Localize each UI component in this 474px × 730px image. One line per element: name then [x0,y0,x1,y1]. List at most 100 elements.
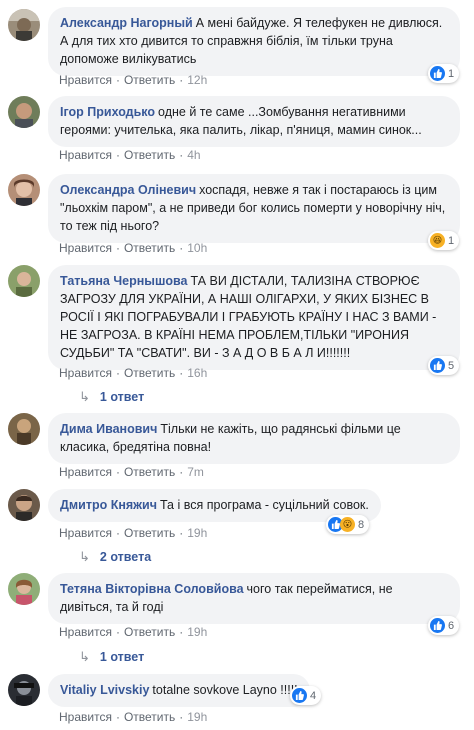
separator: · [115,241,120,255]
separator: · [179,710,184,724]
comment-actions: Нравится · Ответить · 19h [59,625,207,639]
reply-button[interactable]: Ответить [124,148,175,162]
reaction-summary[interactable]: 4 [290,686,322,705]
comment-time[interactable]: 10h [187,241,207,255]
comment-time[interactable]: 19h [187,710,207,724]
reply-button[interactable]: Ответить [124,526,175,540]
reply-arrow-icon: ↳ [79,649,90,664]
comment-time[interactable]: 12h [187,73,207,87]
separator: · [115,73,120,87]
separator: · [115,526,120,540]
comment-time[interactable]: 19h [187,625,207,639]
like-icon [292,688,307,703]
reaction-summary[interactable]: 😮 8 [326,515,370,534]
haha-icon: 😆 [430,233,445,248]
comment-actions: Нравится · Ответить · 16h [59,366,207,380]
comment-actions: Нравится · Ответить · 19h [59,710,207,724]
comment-actions: Нравится · Ответить · 12h [59,73,207,87]
like-button[interactable]: Нравится [59,526,112,540]
separator: · [179,526,184,540]
avatar[interactable] [8,674,40,706]
reply-button[interactable]: Ответить [124,625,175,639]
reply-button[interactable]: Ответить [124,710,175,724]
comment-time[interactable]: 19h [187,526,207,540]
reply-button[interactable]: Ответить [124,73,175,87]
like-button[interactable]: Нравится [59,465,112,479]
reaction-summary[interactable]: 1 [428,64,460,83]
like-button[interactable]: Нравится [59,241,112,255]
separator: · [179,73,184,87]
reaction-count: 4 [310,689,317,702]
like-button[interactable]: Нравится [59,710,112,724]
comment-actions: Нравится · Ответить · 19h [59,526,207,540]
comment-text: totalne sovkove Layno !!!!! [152,683,298,697]
comment-author[interactable]: Vitaliy Lvivskiy [60,683,149,697]
separator: · [179,366,184,380]
separator: · [115,710,120,724]
like-button[interactable]: Нравится [59,366,112,380]
comment-author[interactable]: Тетяна Вікторівна Соловйова [60,582,244,596]
reaction-count: 6 [448,619,455,632]
reaction-summary[interactable]: 5 [428,356,460,375]
reaction-count: 1 [448,67,455,80]
comment-time[interactable]: 7m [187,465,204,479]
comment-author[interactable]: Олександра Оліневич [60,183,196,197]
reply-arrow-icon: ↳ [79,549,90,564]
separator: · [115,148,120,162]
replies-count: 1 ответ [99,650,145,664]
separator: · [179,465,184,479]
reaction-summary[interactable]: 😆 1 [428,231,460,250]
comment-bubble: Тетяна Вікторівна Соловйова чого так пере… [48,573,460,624]
reply-button[interactable]: Ответить [124,465,175,479]
view-replies-link[interactable]: ↳ 1 ответ [79,389,144,405]
comment-bubble: Александр Нагорный А мені байдуже. Я теле… [48,7,460,76]
reply-button[interactable]: Ответить [124,241,175,255]
avatar[interactable] [8,9,40,41]
avatar[interactable] [8,174,40,206]
separator: · [115,465,120,479]
reply-arrow-icon: ↳ [79,389,90,404]
comment-actions: Нравится · Ответить · 10h [59,241,207,255]
reaction-summary[interactable]: 6 [428,616,460,635]
avatar[interactable] [8,489,40,521]
comment-time[interactable]: 16h [187,366,207,380]
comment-author[interactable]: Татьяна Чернышова [60,274,187,288]
comment-actions: Нравится · Ответить · 7m [59,465,204,479]
reply-button[interactable]: Ответить [124,366,175,380]
comment-author[interactable]: Александр Нагорный [60,16,193,30]
comment-bubble: Олександра Оліневич хоспадя, невже я так … [48,174,460,243]
like-button[interactable]: Нравится [59,73,112,87]
comment-author[interactable]: Дима Иванович [60,422,157,436]
comment-bubble: Vitaliy Lvivskiy totalne sovkove Layno !!… [48,674,310,707]
separator: · [179,625,184,639]
like-button[interactable]: Нравится [59,625,112,639]
separator: · [115,366,120,380]
avatar[interactable] [8,96,40,128]
reaction-count: 5 [448,359,455,372]
separator: · [179,241,184,255]
view-replies-link[interactable]: ↳ 1 ответ [79,649,144,665]
comment-author[interactable]: Дмитро Княжич [60,498,157,512]
avatar[interactable] [8,573,40,605]
comment-bubble: Татьяна Чернышова ТА ВИ ДІСТАЛИ, ТАЛИЗІНА… [48,265,460,370]
like-button[interactable]: Нравится [59,148,112,162]
reaction-count: 1 [448,234,455,247]
avatar[interactable] [8,413,40,445]
wow-icon: 😮 [340,517,355,532]
replies-count: 1 ответ [99,390,145,404]
comment-text: Та і вся програма - суцільний совок. [159,498,369,512]
avatar[interactable] [8,265,40,297]
separator: · [115,625,120,639]
reaction-count: 8 [358,518,365,531]
comment-time[interactable]: 4h [187,148,200,162]
comment-actions: Нравится · Ответить · 4h [59,148,201,162]
replies-count: 2 ответа [99,550,152,564]
comment-bubble: Дима Иванович Тільки не кажіть, що радянс… [48,413,460,464]
like-icon [430,618,445,633]
comment-bubble: Ігор Приходько одне й те саме ...Зомбуван… [48,96,460,147]
like-icon [430,358,445,373]
comment-author[interactable]: Ігор Приходько [60,105,155,119]
separator: · [179,148,184,162]
like-icon [430,66,445,81]
view-replies-link[interactable]: ↳ 2 ответа [79,549,151,565]
